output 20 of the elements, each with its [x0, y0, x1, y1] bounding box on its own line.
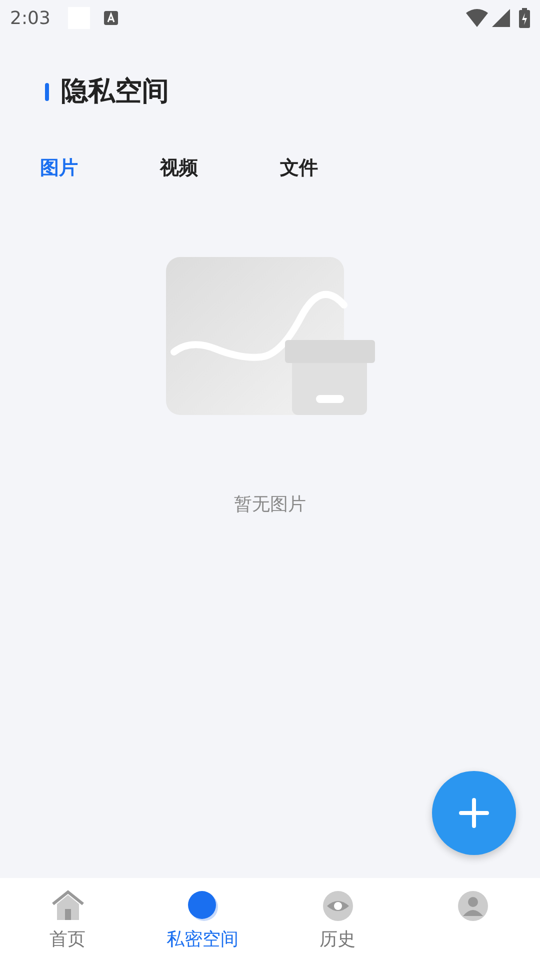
- signal-icon: [492, 9, 510, 27]
- tab[interactable]: 视频: [160, 154, 198, 182]
- profile-icon: [456, 890, 488, 922]
- tab[interactable]: 图片: [40, 154, 78, 182]
- empty-message: 暂无图片: [234, 492, 306, 516]
- nav-tab[interactable]: 首页: [0, 878, 135, 960]
- wifi-icon: [466, 9, 488, 27]
- circle-icon: [186, 890, 218, 922]
- nav-tab[interactable]: 私密空间: [135, 878, 270, 960]
- title-accent-bar: [45, 83, 49, 101]
- page-title: 隐私空间: [61, 74, 169, 109]
- notification-icon: [104, 11, 118, 25]
- plus-icon: [459, 798, 489, 828]
- add-button[interactable]: [432, 771, 516, 855]
- tab[interactable]: 文件: [280, 154, 318, 182]
- home-icon: [50, 890, 84, 922]
- battery-icon: [519, 8, 530, 28]
- clock-time: 2:03: [10, 6, 50, 30]
- eye-icon: [322, 890, 354, 922]
- nav-tab[interactable]: 历史: [270, 878, 405, 960]
